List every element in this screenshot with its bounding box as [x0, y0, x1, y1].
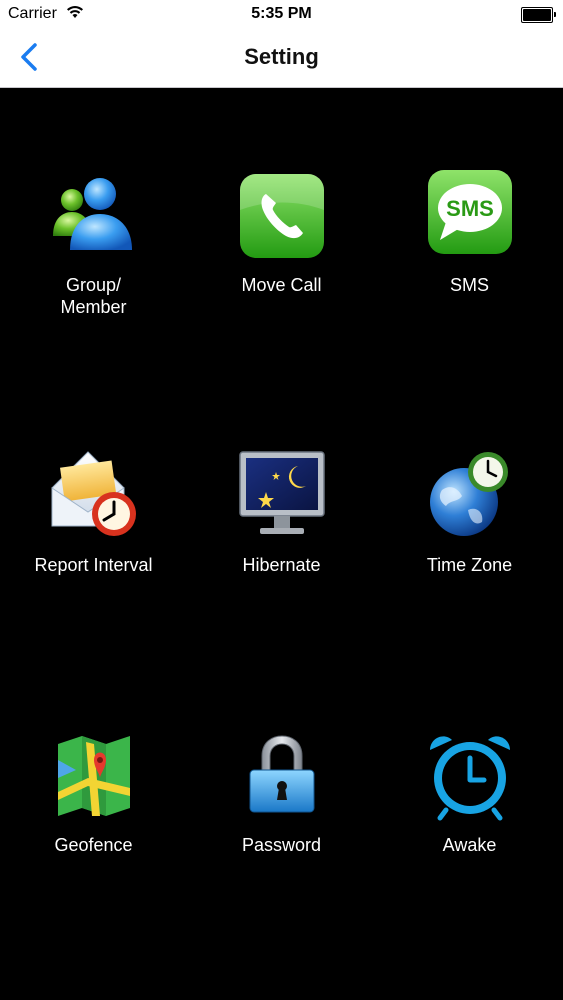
settings-item-label: Group/ Member	[60, 275, 127, 317]
navigation-bar: Setting	[0, 30, 563, 86]
settings-item-label: Geofence	[54, 835, 133, 855]
settings-item-label: Awake	[442, 835, 497, 855]
settings-item-move-call[interactable]: Move Call	[188, 170, 375, 370]
settings-item-geofence[interactable]: Geofence	[0, 730, 187, 930]
status-bar: Carrier 5:35 PM	[0, 0, 563, 30]
battery-icon	[521, 7, 556, 23]
monitor-night-icon	[236, 450, 328, 542]
sms-icon: SMS	[424, 170, 516, 262]
phone-icon	[236, 170, 328, 262]
padlock-icon	[236, 730, 328, 822]
settings-item-label: Move Call	[241, 275, 322, 295]
page-title: Setting	[244, 44, 319, 69]
settings-item-report-interval[interactable]: Report Interval	[0, 450, 187, 650]
status-time: 5:35 PM	[251, 5, 312, 22]
settings-grid: Group/ Member Move Call SMS SMS Report I…	[0, 88, 563, 1000]
settings-item-label: SMS	[449, 275, 489, 295]
alarm-clock-icon	[424, 730, 516, 822]
settings-item-password[interactable]: Password	[188, 730, 375, 930]
settings-item-hibernate[interactable]: Hibernate	[188, 450, 375, 650]
group-member-icon	[48, 170, 140, 262]
top-bar: Carrier 5:35 PM Setting	[0, 0, 563, 88]
settings-item-label: Time Zone	[426, 555, 513, 575]
settings-item-group-member[interactable]: Group/ Member	[0, 170, 187, 370]
globe-clock-icon	[424, 450, 516, 542]
settings-item-time-zone[interactable]: Time Zone	[376, 450, 563, 650]
settings-item-label: Hibernate	[242, 555, 321, 575]
sms-icon-text: SMS	[446, 196, 494, 221]
settings-item-label: Password	[241, 835, 322, 855]
map-pin-icon	[48, 730, 140, 822]
settings-item-awake[interactable]: Awake	[376, 730, 563, 930]
mail-clock-icon	[48, 450, 140, 542]
settings-item-sms[interactable]: SMS SMS	[376, 170, 563, 370]
settings-item-label: Report Interval	[34, 555, 153, 575]
